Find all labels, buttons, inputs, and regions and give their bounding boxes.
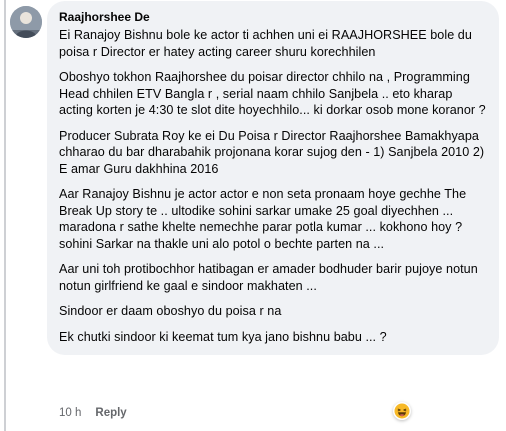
comment-timestamp[interactable]: 10 h <box>59 405 81 421</box>
comment-paragraph: Aar uni toh protibochhor hatibagan er am… <box>59 262 478 293</box>
laughing-emoji-icon[interactable] <box>393 402 411 420</box>
avatar-image-icon <box>10 6 42 38</box>
comment-paragraph: Oboshyo tokhon Raajhorshee du poisar dir… <box>59 70 486 117</box>
thread-line <box>4 0 6 431</box>
comment-paragraph: Sindoor er daam oboshyo du poisa r na <box>59 304 282 318</box>
comment-paragraph: Ei Ranajoy Bishnu bole ke actor ti achhe… <box>59 28 472 59</box>
comment-paragraph: Aar Ranajoy Bishnu je actor actor e non … <box>59 187 467 251</box>
comment-paragraph: Producer Subrata Roy ke ei Du Poisa r Di… <box>59 128 485 176</box>
comment-author[interactable]: Raajhorshee De <box>59 9 487 25</box>
comment-meta: 10 h Reply <box>59 405 127 421</box>
comment-paragraph: Ek chutki sindoor ki keemat tum kya jano… <box>59 329 387 344</box>
avatar[interactable] <box>10 6 42 38</box>
reply-button[interactable]: Reply <box>95 405 126 421</box>
comment-bubble: Raajhorshee De Ei Ranajoy Bishnu bole ke… <box>47 1 499 355</box>
